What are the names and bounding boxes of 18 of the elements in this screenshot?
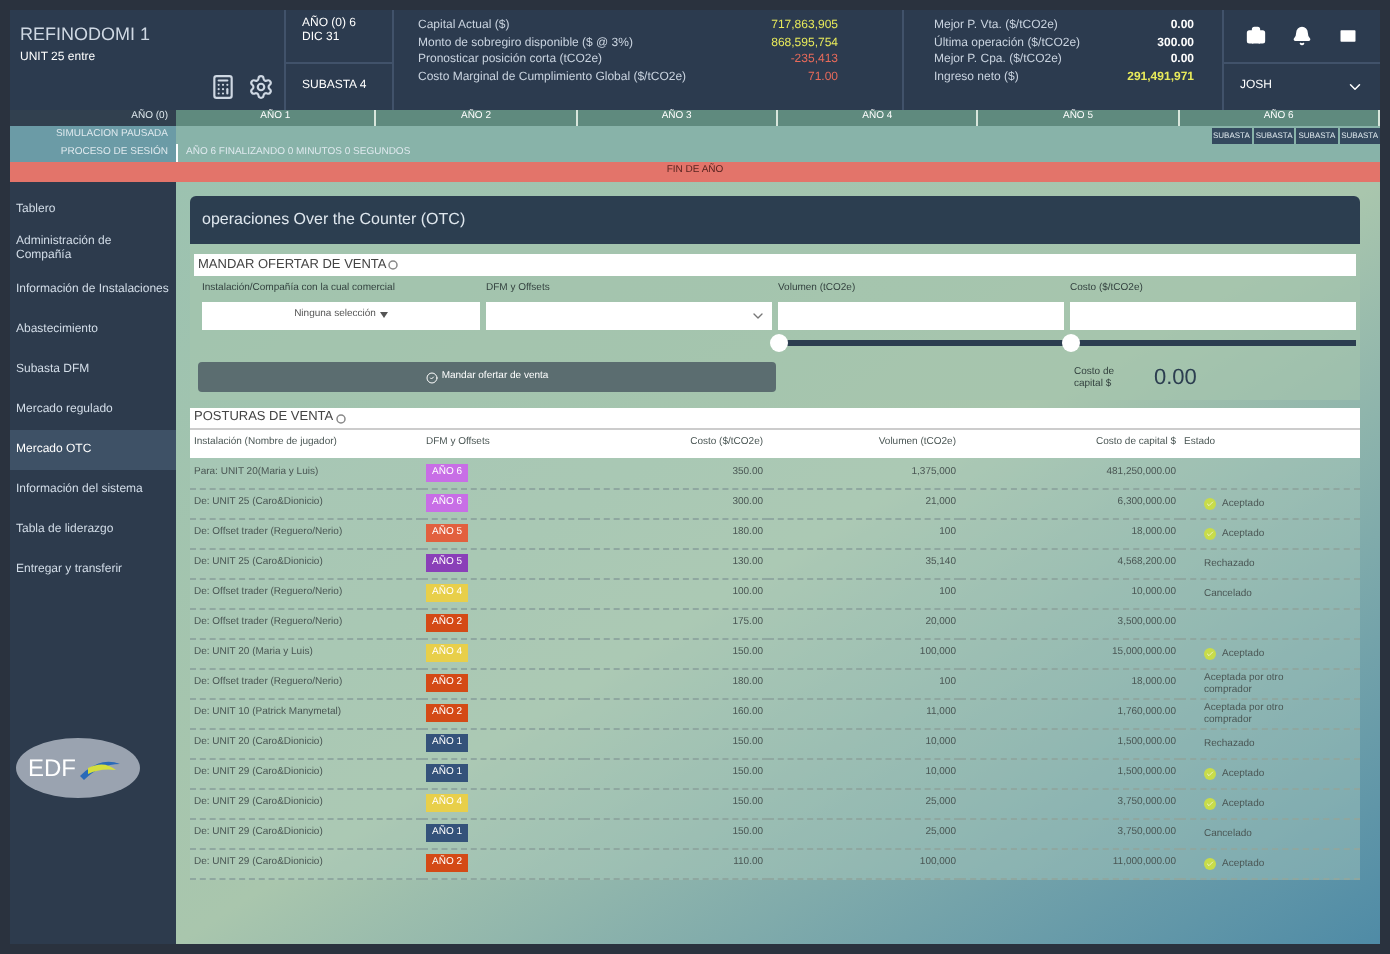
info-icon (388, 260, 399, 270)
settings-icon[interactable] (248, 74, 274, 100)
logo: EDF (16, 737, 140, 797)
slider-thumb[interactable] (770, 334, 788, 352)
volume-field[interactable] (778, 301, 1064, 329)
briefcase-icon[interactable] (1245, 26, 1266, 46)
cost-field[interactable] (1070, 301, 1356, 329)
company-name: REFINODOMI 1 (20, 22, 153, 48)
panel-title: operaciones Over the Counter (OTC) (202, 208, 466, 232)
bell-icon[interactable] (1291, 26, 1312, 46)
capital-value: 0.00 (1154, 363, 1197, 393)
slider-thumb[interactable] (1062, 334, 1080, 352)
mail-icon[interactable] (1338, 26, 1359, 46)
caret-icon (379, 312, 388, 318)
chevron-icon (1346, 78, 1364, 96)
calculator-icon[interactable] (210, 74, 236, 100)
check-circle-icon (425, 371, 438, 384)
info-icon (335, 413, 346, 423)
